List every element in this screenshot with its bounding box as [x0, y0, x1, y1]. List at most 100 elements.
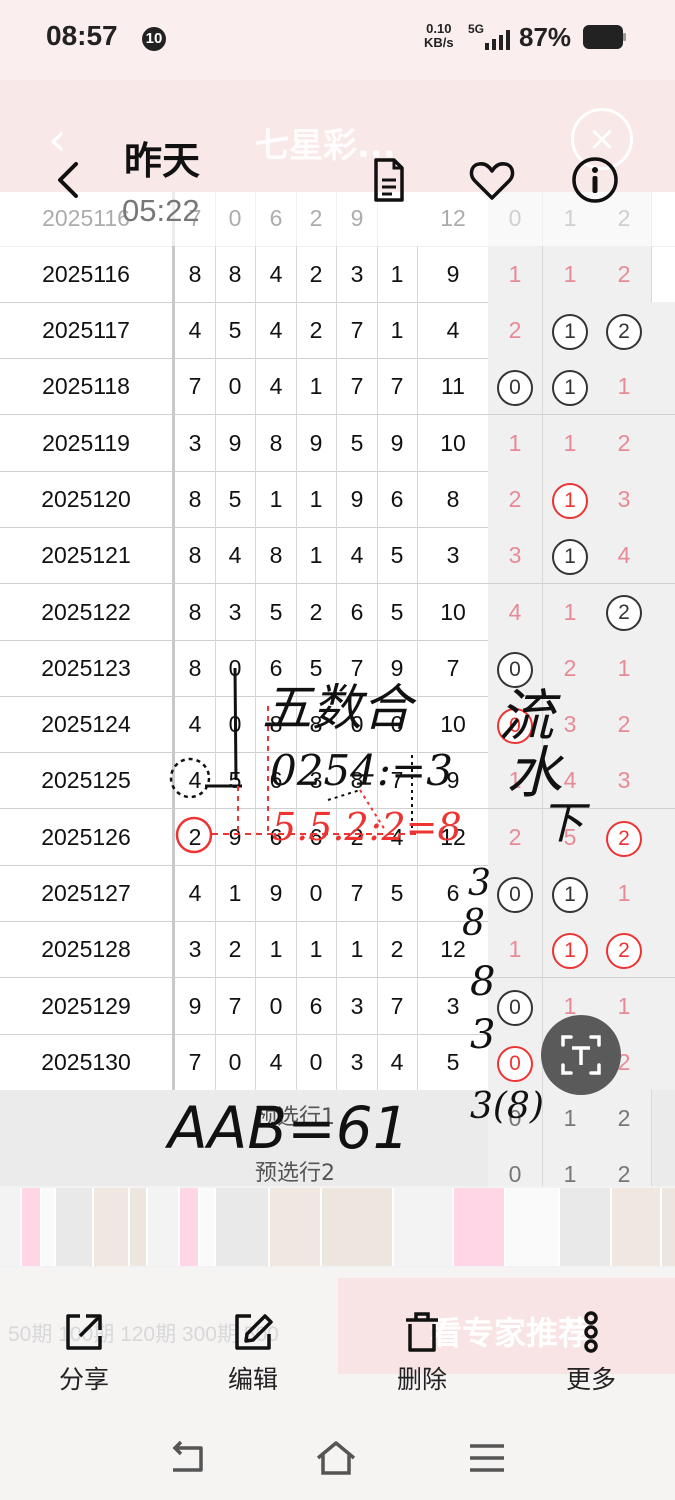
- digit-cell: 0: [256, 977, 297, 1034]
- circled-number: 0: [497, 370, 533, 407]
- table-row: 2025126 2 9 6 6 2 4 12 2 5 2: [0, 808, 675, 866]
- scan-text-button[interactable]: [541, 1015, 621, 1095]
- red-circled-number: 2: [606, 820, 642, 857]
- digit-cell: 8: [215, 246, 256, 302]
- issue-number: 2025129: [0, 977, 175, 1034]
- issue-number: 2025116: [0, 246, 175, 302]
- zone-cell: 2: [597, 302, 652, 358]
- thumbnail[interactable]: [200, 1188, 216, 1266]
- thumbnail[interactable]: [130, 1188, 148, 1266]
- thumbnail[interactable]: [56, 1188, 94, 1266]
- share-button[interactable]: 分享: [34, 1310, 134, 1396]
- more-button[interactable]: 更多: [541, 1310, 641, 1396]
- zone-cell: 1: [488, 246, 543, 302]
- thumbnail[interactable]: [94, 1188, 130, 1266]
- digit-cell: 4: [215, 527, 256, 584]
- back-icon[interactable]: [48, 156, 88, 204]
- info-icon[interactable]: [571, 156, 619, 204]
- thumbnail[interactable]: [148, 1188, 180, 1266]
- digit-cell: 8: [175, 470, 216, 527]
- thumbnail[interactable]: [180, 1188, 200, 1266]
- thumbnail-strip[interactable]: [0, 1186, 675, 1268]
- digit-cell: 0: [296, 1033, 337, 1090]
- digit-cell: 4: [256, 246, 297, 302]
- digit-cell: 4: [175, 865, 216, 921]
- circled-number: 0: [497, 651, 533, 688]
- heart-icon[interactable]: [468, 156, 516, 204]
- document-icon[interactable]: [364, 156, 412, 204]
- digit-cell: 0: [215, 696, 256, 753]
- thumbnail[interactable]: [0, 1188, 22, 1266]
- zone-cell-clipped: [651, 302, 675, 358]
- table-row: 2025121 8 4 8 1 4 5 3 3 1 4: [0, 527, 675, 585]
- zone-cell: 0: [488, 1033, 543, 1090]
- zone-cell: 3: [597, 752, 652, 809]
- zone-cell: 1: [597, 358, 652, 415]
- thumbnail[interactable]: [662, 1188, 675, 1266]
- zone-cell: 0: [488, 639, 543, 696]
- table-row: 2025118 7 0 4 1 7 7 11 0 1 1: [0, 358, 675, 416]
- delete-label: 删除: [396, 1365, 447, 1394]
- digit-cell: 3: [175, 414, 216, 471]
- zone-cell: 0: [488, 865, 543, 921]
- thumbnail[interactable]: [22, 1188, 42, 1266]
- thumbnail[interactable]: [506, 1188, 560, 1266]
- circled-number: 0: [497, 876, 533, 913]
- table-row: 2025119 3 9 8 9 5 9 10 1 1 2: [0, 414, 675, 472]
- digit-cell: 1: [215, 865, 256, 921]
- issue-number: 2025118: [0, 358, 175, 415]
- digit-cell: 5: [377, 865, 418, 921]
- digit-cell: 9: [215, 414, 256, 471]
- edit-button[interactable]: 编辑: [203, 1310, 303, 1396]
- digit-cell: 3: [215, 583, 256, 640]
- table-row: 2025127 4 1 9 0 7 5 6 0 1 1: [0, 865, 675, 922]
- nav-menu-icon[interactable]: [467, 1440, 507, 1476]
- zone-cell-clipped: [651, 1033, 675, 1090]
- digit-cell: 7: [337, 358, 378, 415]
- thumbnail[interactable]: [270, 1188, 322, 1266]
- digit-cell: 9: [175, 977, 216, 1034]
- zone-cell-clipped: [651, 414, 675, 471]
- thumbnail[interactable]: [612, 1188, 662, 1266]
- nav-home-icon[interactable]: [316, 1440, 356, 1476]
- zone-cell: 1: [488, 752, 543, 809]
- issue-number: 2025125: [0, 752, 175, 809]
- digit-cell: 4: [175, 696, 216, 753]
- digit-cell: 2: [296, 302, 337, 358]
- digit-cell: 6: [377, 470, 418, 527]
- thumbnail[interactable]: [42, 1188, 56, 1266]
- digit-cell: 7: [175, 1033, 216, 1090]
- digit-cell: 6: [256, 192, 297, 246]
- digit-cell: 8: [175, 246, 216, 302]
- sum-cell: 3: [418, 527, 491, 584]
- digit-cell: 6: [337, 583, 378, 640]
- zone-cell: 1: [543, 414, 598, 471]
- thumbnail[interactable]: [394, 1188, 454, 1266]
- thumbnail[interactable]: [454, 1188, 506, 1266]
- zone-cell: 1: [488, 921, 543, 978]
- delete-button[interactable]: 删除: [372, 1310, 472, 1396]
- table-row: 2025125 4 5 6 3 8 7 9 1 4 3: [0, 752, 675, 810]
- zone-cell: 3: [597, 470, 652, 527]
- thumbnail[interactable]: [322, 1188, 394, 1266]
- zone-cell: 1: [543, 583, 598, 640]
- preselect-label: 预选行1: [255, 1105, 335, 1131]
- table-row: 2025128 3 2 1 1 1 2 12 1 1 2: [0, 921, 675, 979]
- zone-cell: 1: [543, 302, 598, 358]
- digit-cell: 5: [215, 470, 256, 527]
- digit-cell: 7: [215, 977, 256, 1034]
- zone-cell-clipped: [651, 752, 675, 809]
- table-row: 2025117 4 5 4 2 7 1 4 2 1 2: [0, 302, 675, 359]
- more-icon: [584, 1311, 598, 1353]
- issue-number: 2025130: [0, 1033, 175, 1090]
- red-circled-number: 0: [497, 1045, 533, 1082]
- digit-cell: 2: [296, 583, 337, 640]
- digit-cell: 2: [215, 921, 256, 978]
- zone-cell-clipped: [651, 808, 675, 865]
- thumbnail[interactable]: [560, 1188, 612, 1266]
- share-label: 分享: [58, 1365, 109, 1394]
- network-speed-value: 0.10: [426, 21, 452, 36]
- nav-back-icon[interactable]: [167, 1440, 207, 1476]
- digit-cell: 1: [296, 358, 337, 415]
- thumbnail[interactable]: [216, 1188, 270, 1266]
